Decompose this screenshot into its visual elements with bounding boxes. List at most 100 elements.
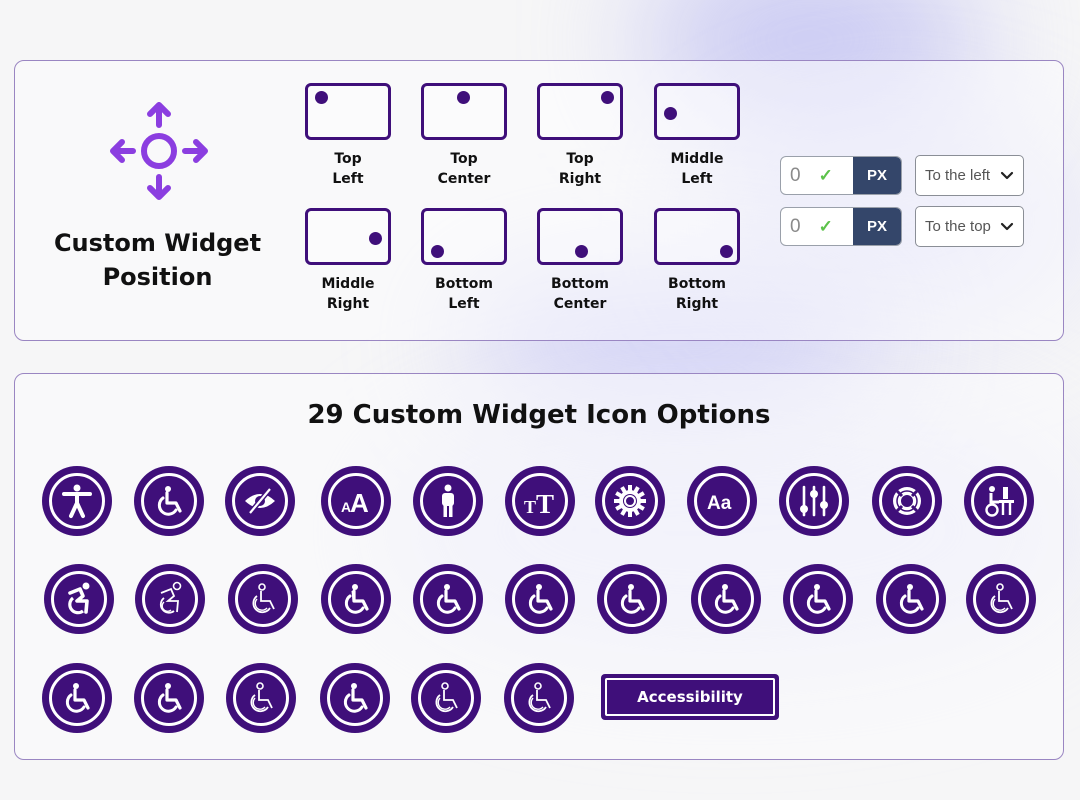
position-label-line: Right	[558, 171, 602, 187]
svg-text:T: T	[524, 497, 536, 517]
icon-option-19[interactable]	[691, 564, 761, 634]
icon-ring	[328, 571, 384, 627]
icon-option-15[interactable]	[321, 564, 391, 634]
widget-icon-panel: 29 Custom Widget Icon Options A A T T Aa Acc…	[14, 373, 1064, 760]
position-label-line: Bottom	[551, 276, 609, 292]
icon-option-13[interactable]	[135, 564, 205, 634]
icon-option-4[interactable]: AA	[321, 466, 391, 536]
icon-option-3[interactable]	[225, 466, 295, 536]
icon-ring	[511, 670, 567, 726]
accessibility-text-label: Accessibility	[605, 678, 775, 716]
position-label-line: Center	[437, 171, 491, 187]
wheelchair-desk-icon	[985, 486, 1014, 517]
position-preview-box[interactable]	[305, 208, 391, 265]
icon-option-23[interactable]	[42, 663, 112, 733]
position-preview-box[interactable]	[654, 208, 740, 265]
icon-option-8[interactable]: Aa	[687, 466, 757, 536]
icon-option-22[interactable]	[966, 564, 1036, 634]
position-option-bottom-right[interactable]: Bottom Right	[652, 208, 742, 314]
horizontal-direction-select[interactable]: To the left	[915, 155, 1024, 196]
position-option-top-center[interactable]: Top Center	[419, 83, 509, 189]
icon-ring	[51, 571, 107, 627]
icon-ring: AA	[328, 473, 384, 529]
vertical-offset-input[interactable]: 0 ✓ PX	[780, 207, 902, 246]
icon-ring	[973, 571, 1029, 627]
wheelchair-icon	[157, 486, 182, 516]
lifebuoy-icon	[893, 487, 921, 515]
icon-ring	[49, 670, 105, 726]
svg-text:T: T	[536, 489, 554, 519]
position-label-line: Top	[334, 151, 362, 167]
offset-value[interactable]: 0	[790, 165, 801, 187]
position-label: Bottom Right	[652, 274, 742, 314]
chevron-down-icon	[1000, 171, 1014, 180]
wheelchair-variant-7-icon	[899, 584, 924, 614]
position-label-line: Left	[332, 171, 364, 187]
position-dot	[664, 107, 677, 120]
person-standing-icon	[442, 484, 454, 517]
aa-text-icon: Aa	[707, 493, 732, 514]
icon-ring	[141, 670, 197, 726]
horizontal-offset-input[interactable]: 0 ✓ PX	[780, 156, 902, 195]
icon-option-6[interactable]: TT	[505, 466, 575, 536]
position-label-line: Top	[566, 151, 594, 167]
icon-option-5[interactable]	[413, 466, 483, 536]
position-label: Top Left	[303, 149, 393, 189]
position-preview-box[interactable]	[537, 83, 623, 140]
offset-value[interactable]: 0	[790, 216, 801, 238]
position-preview-box[interactable]	[305, 83, 391, 140]
eye-slash-icon	[245, 487, 275, 515]
active-wheelchair-icon	[68, 582, 90, 615]
icon-option-20[interactable]	[783, 564, 853, 634]
icon-option-21[interactable]	[876, 564, 946, 634]
icon-option-11[interactable]	[964, 466, 1034, 536]
position-preview-box[interactable]	[421, 208, 507, 265]
position-option-middle-left[interactable]: Middle Left	[652, 83, 742, 189]
position-label-line: Left	[681, 171, 713, 187]
icon-option-14[interactable]	[228, 564, 298, 634]
position-option-top-right[interactable]: Top Right	[535, 83, 625, 189]
icon-option-7[interactable]	[595, 466, 665, 536]
gear-icon	[614, 485, 646, 517]
icon-option-9[interactable]	[779, 466, 849, 536]
icon-option-27[interactable]	[411, 663, 481, 733]
position-label-line: Top	[450, 151, 478, 167]
wheelchair-variant-4-icon	[620, 584, 645, 614]
icon-option-2[interactable]	[134, 466, 204, 536]
wheelchair-variant-3-icon	[528, 584, 553, 614]
position-label: Top Right	[535, 149, 625, 189]
icon-option-17[interactable]	[505, 564, 575, 634]
icon-option-28[interactable]	[504, 663, 574, 733]
position-label-line: Bottom	[435, 276, 493, 292]
icon-option-10[interactable]	[872, 466, 942, 536]
position-label-line: Bottom	[668, 276, 726, 292]
vertical-direction-select[interactable]: To the top	[915, 206, 1024, 247]
accessibility-text-button[interactable]: Accessibility	[601, 674, 779, 720]
icon-option-25[interactable]	[226, 663, 296, 733]
wheelchair-outline-icon	[252, 583, 275, 614]
text-height-icon: TT	[524, 489, 554, 519]
icon-ring	[327, 670, 383, 726]
icon-option-26[interactable]	[320, 663, 390, 733]
icon-option-24[interactable]	[134, 663, 204, 733]
icon-option-12[interactable]	[44, 564, 114, 634]
position-option-middle-right[interactable]: Middle Right	[303, 208, 393, 314]
icon-ring	[883, 571, 939, 627]
position-option-bottom-left[interactable]: Bottom Left	[419, 208, 509, 314]
widget-position-panel: Custom Widget Position Top Left Top Center T…	[14, 60, 1064, 341]
wheelchair-variant-8-icon	[990, 583, 1013, 614]
position-dot	[720, 245, 733, 258]
icon-option-1[interactable]	[42, 466, 112, 536]
position-label: Middle Right	[303, 274, 393, 314]
position-preview-box[interactable]	[537, 208, 623, 265]
icon-ring	[698, 571, 754, 627]
position-option-bottom-center[interactable]: Bottom Center	[535, 208, 625, 314]
svg-text:A: A	[350, 488, 369, 518]
icon-option-18[interactable]	[597, 564, 667, 634]
wheelchair-variant-11-icon	[250, 682, 273, 713]
icon-option-16[interactable]	[413, 564, 483, 634]
chevron-down-icon	[1000, 222, 1014, 231]
position-option-top-left[interactable]: Top Left	[303, 83, 393, 189]
position-preview-box[interactable]	[654, 83, 740, 140]
position-preview-box[interactable]	[421, 83, 507, 140]
